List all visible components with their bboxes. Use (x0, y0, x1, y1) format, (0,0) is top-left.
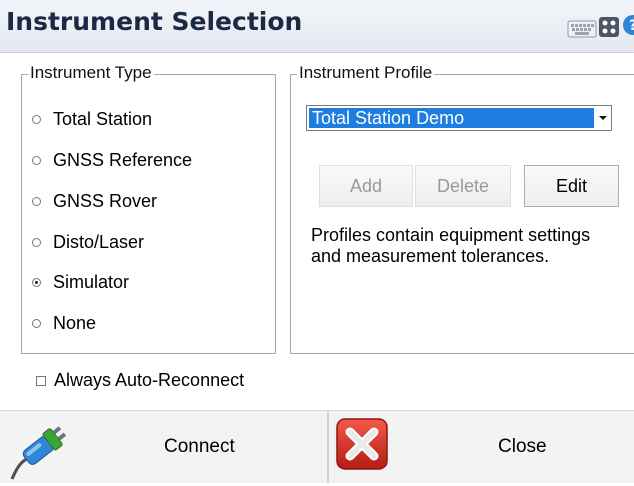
delete-button[interactable]: Delete (415, 165, 511, 207)
radio-button[interactable] (32, 114, 41, 124)
connect-button[interactable]: Connect (0, 411, 327, 483)
checkbox-box[interactable] (36, 375, 46, 386)
auto-reconnect-label: Always Auto-Reconnect (54, 370, 245, 390)
radio-label: None (53, 312, 97, 333)
instrument-profile-group: Instrument Profile Total Station Demo Ad… (290, 63, 634, 354)
radio-none[interactable]: None (32, 311, 96, 335)
title-bar: Instrument Selection ? (0, 0, 634, 53)
radio-simulator[interactable]: Simulator (32, 270, 129, 294)
radio-label: Disto/Laser (53, 231, 145, 252)
edit-button[interactable]: Edit (524, 165, 619, 207)
help-icon[interactable]: ? (622, 14, 634, 36)
add-button[interactable]: Add (319, 165, 413, 207)
chevron-down-icon[interactable] (596, 107, 610, 129)
radio-disto-laser[interactable]: Disto/Laser (32, 230, 144, 254)
radio-label: Simulator (53, 271, 130, 292)
svg-text:?: ? (629, 18, 634, 34)
radio-button-checked[interactable] (32, 277, 41, 287)
profile-dropdown[interactable]: Total Station Demo (306, 105, 612, 131)
radio-gnss-reference[interactable]: GNSS Reference (32, 148, 192, 172)
close-button[interactable]: Close (329, 411, 634, 483)
close-icon (335, 417, 389, 471)
auto-reconnect-checkbox[interactable]: Always Auto-Reconnect (36, 370, 244, 391)
connect-label: Connect (164, 436, 235, 457)
apps-icon[interactable] (598, 16, 620, 38)
connector-plug-icon (8, 413, 76, 481)
profile-description: Profiles contain equipment settings and … (311, 225, 591, 266)
radio-button[interactable] (32, 196, 41, 206)
keyboard-icon[interactable] (567, 15, 597, 39)
radio-button[interactable] (32, 155, 41, 165)
bottom-bar: Connect Close (0, 410, 634, 483)
close-label: Close (498, 436, 547, 457)
radio-label: Total Station (53, 108, 153, 129)
radio-button[interactable] (32, 318, 41, 328)
radio-gnss-rover[interactable]: GNSS Rover (32, 189, 157, 213)
instrument-profile-legend: Instrument Profile (297, 63, 435, 83)
instrument-type-legend: Instrument Type (28, 63, 154, 83)
instrument-type-group: Instrument Type Total Station GNSS Refer… (21, 63, 276, 354)
radio-button[interactable] (32, 237, 41, 247)
window-title: Instrument Selection (6, 7, 303, 36)
radio-label: GNSS Rover (53, 190, 158, 211)
radio-label: GNSS Reference (53, 149, 193, 170)
radio-total-station[interactable]: Total Station (32, 107, 152, 131)
profile-dropdown-value: Total Station Demo (309, 108, 594, 128)
